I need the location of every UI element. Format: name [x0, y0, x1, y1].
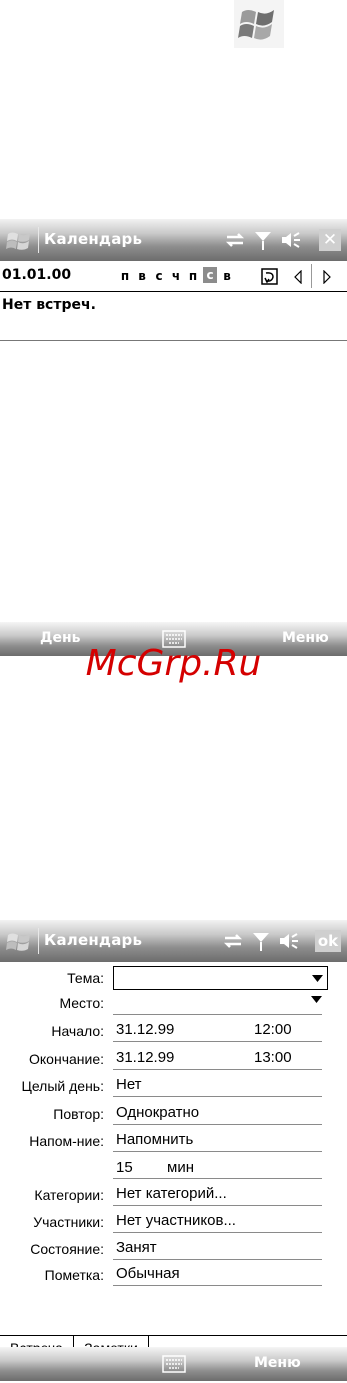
arrow-left-icon[interactable] [292, 270, 304, 284]
title-separator [38, 928, 39, 954]
current-date[interactable]: 01.01.00 [2, 267, 71, 283]
keyboard-icon[interactable] [162, 1355, 186, 1373]
sensitivity-label: Пометка: [44, 1267, 104, 1283]
volume-icon[interactable] [278, 930, 300, 952]
categories-value[interactable]: Нет категорий... [116, 1185, 227, 1202]
close-icon[interactable]: ✕ [319, 229, 341, 251]
window-title: Календарь [44, 230, 143, 248]
recurrence-label: Повтор: [53, 1106, 104, 1122]
location-label: Место: [59, 995, 104, 1011]
ok-button[interactable]: ok [315, 930, 341, 952]
field-underline [113, 1232, 322, 1233]
end-date[interactable]: 31.12.99 [116, 1049, 174, 1066]
status-label: Состояние: [30, 1241, 104, 1257]
weekday-tue[interactable]: в [135, 269, 149, 283]
windows-logo-icon[interactable] [4, 927, 36, 955]
title-bar: Календарь ok [0, 920, 347, 962]
volume-icon[interactable] [280, 229, 302, 251]
signal-icon[interactable] [252, 229, 274, 251]
attendees-label: Участники: [33, 1214, 104, 1230]
weekday-sat[interactable]: с [203, 267, 217, 283]
start-date[interactable]: 31.12.99 [116, 1021, 174, 1038]
weekday-wed[interactable]: с [152, 269, 166, 283]
categories-label: Категории: [34, 1187, 104, 1203]
divider [0, 340, 347, 341]
arrow-right-icon[interactable] [321, 270, 333, 284]
sensitivity-value[interactable]: Обычная [116, 1265, 180, 1282]
reminder-amount[interactable]: 15 [116, 1159, 133, 1176]
recurrence-value[interactable]: Однократно [116, 1104, 199, 1121]
all-day-label: Целый день: [21, 1078, 105, 1094]
calendar-agenda-screen: Календарь ✕ 01.01.00 п в с ч п с в Нет в… [0, 219, 347, 656]
title-separator [38, 227, 39, 253]
weekday-sun[interactable]: в [220, 269, 234, 283]
status-value[interactable]: Занят [116, 1239, 157, 1256]
appointment-edit-screen: Календарь ok Тема: Место: Начало: 31.12.… [0, 920, 347, 1382]
subject-input[interactable] [113, 966, 328, 990]
windows-logo-icon[interactable] [4, 226, 36, 254]
field-underline [113, 1259, 322, 1260]
end-label: Окончание: [29, 1051, 104, 1067]
dropdown-arrow-icon[interactable] [312, 975, 323, 982]
title-bar: Календарь ✕ [0, 219, 347, 261]
softkey-bar: Меню [0, 1347, 347, 1381]
dropdown-arrow-icon[interactable] [311, 996, 322, 1003]
weekday-fri[interactable]: п [186, 269, 200, 283]
date-navigation-bar: 01.01.00 п в с ч п с в [0, 261, 347, 292]
reminder-label: Напом-ние: [29, 1133, 104, 1149]
start-time[interactable]: 12:00 [254, 1021, 292, 1038]
window-title: Календарь [44, 931, 143, 949]
field-underline [113, 1178, 322, 1179]
weekday-mon[interactable]: п [118, 269, 132, 283]
reminder-value[interactable]: Напомнить [116, 1131, 193, 1148]
field-underline [113, 1014, 322, 1015]
arrow-separator [311, 264, 312, 288]
reminder-unit[interactable]: мин [167, 1159, 194, 1176]
field-underline [113, 1069, 322, 1070]
all-day-value[interactable]: Нет [116, 1076, 142, 1093]
attendees-value[interactable]: Нет участников... [116, 1212, 236, 1229]
start-label: Начало: [51, 1023, 104, 1039]
sync-icon[interactable] [222, 930, 244, 952]
sync-icon[interactable] [224, 229, 246, 251]
weekday-thu[interactable]: ч [169, 269, 183, 283]
signal-icon[interactable] [250, 930, 272, 952]
subject-label: Тема: [67, 970, 104, 986]
windows-logo-icon [234, 0, 284, 48]
menu-softkey[interactable]: Меню [254, 1355, 301, 1371]
field-underline [113, 1096, 322, 1097]
field-underline [113, 1041, 322, 1042]
location-input[interactable] [113, 992, 326, 1014]
field-underline [113, 1205, 322, 1206]
watermark-text: McGrp.Ru [85, 643, 262, 684]
end-time[interactable]: 13:00 [254, 1049, 292, 1066]
field-underline [113, 1285, 322, 1286]
field-underline [113, 1151, 322, 1152]
no-appointments-text: Нет встреч. [2, 297, 96, 313]
field-underline [113, 1124, 322, 1125]
calendar-today-icon[interactable] [260, 266, 280, 286]
